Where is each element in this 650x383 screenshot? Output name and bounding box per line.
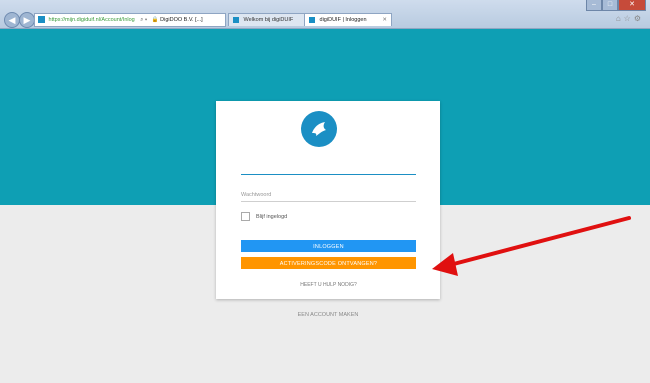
annotation-arrow xyxy=(432,216,631,276)
